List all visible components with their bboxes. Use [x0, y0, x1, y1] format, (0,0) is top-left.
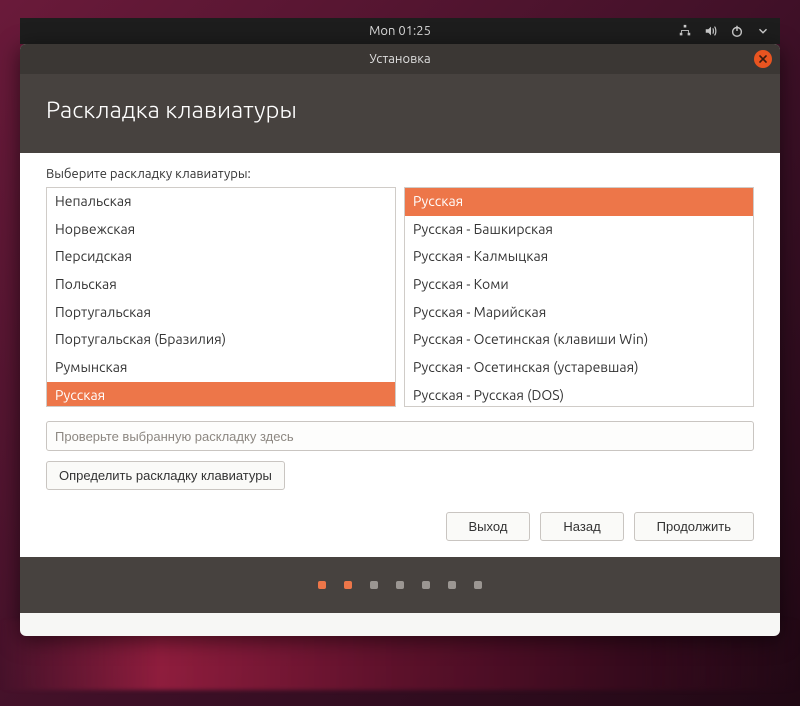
layout-item[interactable]: Персидская — [47, 243, 395, 271]
layout-item[interactable]: Польская — [47, 271, 395, 299]
variant-list[interactable]: РусскаяРусская - БашкирскаяРусская - Кал… — [404, 187, 754, 407]
variant-item[interactable]: Русская - Башкирская — [405, 216, 753, 244]
variant-item[interactable]: Русская - Коми — [405, 271, 753, 299]
page-content: Выберите раскладку клавиатуры: Непальска… — [20, 153, 780, 557]
layout-item[interactable]: Русская — [47, 382, 395, 407]
test-layout-input[interactable] — [46, 421, 754, 451]
variant-item[interactable]: Русская - Калмыцкая — [405, 243, 753, 271]
layout-item[interactable]: Непальская — [47, 188, 395, 216]
layout-list[interactable]: НепальскаяНорвежскаяПерсидскаяПольскаяПо… — [46, 187, 396, 407]
layout-item[interactable]: Португальская — [47, 299, 395, 327]
system-top-bar: Mon 01:25 — [20, 18, 780, 44]
volume-icon[interactable] — [704, 24, 718, 38]
variant-item[interactable]: Русская — [405, 188, 753, 216]
chevron-down-icon[interactable] — [756, 24, 770, 38]
page-header: Раскладка клавиатуры — [20, 74, 780, 153]
layout-item[interactable]: Норвежская — [47, 216, 395, 244]
progress-dot — [474, 581, 482, 589]
page-title: Раскладка клавиатуры — [46, 96, 297, 123]
progress-dot — [448, 581, 456, 589]
progress-dot — [370, 581, 378, 589]
variant-item[interactable]: Русская - Русская (DOS) — [405, 382, 753, 407]
variant-item[interactable]: Русская - Марийская — [405, 299, 753, 327]
progress-dot — [344, 581, 352, 589]
progress-dots — [20, 557, 780, 613]
progress-dot — [396, 581, 404, 589]
variant-item[interactable]: Русская - Осетинская (устаревшая) — [405, 354, 753, 382]
quit-button[interactable]: Выход — [446, 512, 531, 541]
installer-window: Установка Раскладка клавиатуры Выберите … — [20, 44, 780, 636]
detect-layout-button[interactable]: Определить раскладку клавиатуры — [46, 461, 285, 490]
close-button[interactable] — [754, 50, 772, 68]
network-icon[interactable] — [678, 24, 692, 38]
progress-dot — [422, 581, 430, 589]
window-title: Установка — [369, 52, 430, 66]
power-icon[interactable] — [730, 24, 744, 38]
variant-item[interactable]: Русская - Осетинская (клавиши Win) — [405, 326, 753, 354]
instruction-label: Выберите раскладку клавиатуры: — [46, 167, 754, 181]
continue-button[interactable]: Продолжить — [634, 512, 754, 541]
layout-item[interactable]: Португальская (Бразилия) — [47, 326, 395, 354]
layout-item[interactable]: Румынская — [47, 354, 395, 382]
window-titlebar: Установка — [20, 44, 780, 74]
progress-dot — [318, 581, 326, 589]
back-button[interactable]: Назад — [540, 512, 623, 541]
clock-text: Mon 01:25 — [369, 24, 431, 38]
